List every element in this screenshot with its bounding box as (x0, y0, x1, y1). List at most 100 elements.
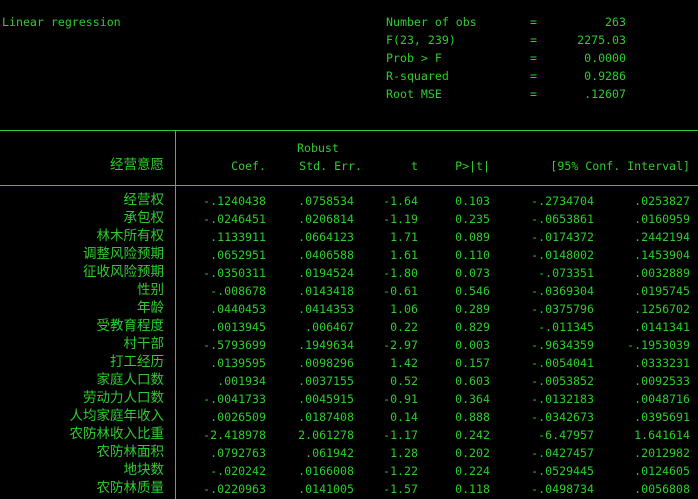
t-cell: -1.22 (383, 464, 418, 478)
p-cell: 0.202 (455, 446, 490, 460)
stat-equals: = (530, 33, 537, 47)
variable-name: 年龄 (137, 300, 164, 316)
variable-name: 农防林面积 (96, 444, 165, 460)
model-title: Linear regression (2, 15, 121, 29)
t-cell: 1.71 (390, 230, 418, 244)
variable-name: 地块数 (123, 462, 165, 478)
stderr-cell: .0166008 (298, 464, 354, 478)
ci-upper-cell: .0195745 (634, 284, 690, 298)
robust-label: Robust (297, 141, 339, 155)
variable-name: 经营权 (123, 192, 165, 208)
ci-lower-cell: -.0369304 (531, 284, 594, 298)
stat-label: R-squared (386, 69, 449, 83)
ci-lower-cell: -.0054041 (531, 356, 594, 370)
variable-name: 打工经历 (110, 354, 164, 370)
p-cell: 0.603 (455, 374, 490, 388)
ci-upper-cell: .0056808 (634, 482, 690, 496)
variable-name: 农防林收入比重 (69, 426, 165, 442)
ci-upper-cell: -.1953039 (627, 338, 690, 352)
t-cell: -1.17 (383, 428, 418, 442)
variable-name: 林木所有权 (96, 228, 165, 244)
t-cell: 1.61 (390, 248, 418, 262)
table-top-rule (0, 130, 698, 131)
ci-upper-cell: .0160959 (634, 212, 690, 226)
coef-cell: -.0246451 (203, 212, 266, 226)
table-header-rule (0, 185, 698, 186)
coef-cell: -.0041733 (203, 392, 266, 406)
ci-upper-cell: .0032889 (634, 266, 690, 280)
ci-upper-cell: .0048716 (634, 392, 690, 406)
variable-name: 农防林质量 (96, 480, 165, 496)
stderr-cell: .0758534 (298, 194, 354, 208)
t-cell: -1.64 (383, 194, 418, 208)
col-coef: Coef. (231, 159, 266, 173)
coef-cell: -.0220963 (203, 482, 266, 496)
stat-label: F(23, 239) (386, 33, 456, 47)
ci-lower-cell: -.0375796 (531, 302, 594, 316)
p-cell: 0.289 (455, 302, 490, 316)
ci-lower-cell: -.073351 (538, 266, 594, 280)
t-cell: 0.14 (390, 410, 418, 424)
t-cell: -1.80 (383, 266, 418, 280)
variable-name: 承包权 (123, 210, 165, 226)
variable-name: 征收风险预期 (83, 264, 164, 280)
p-cell: 0.888 (455, 410, 490, 424)
t-cell: -2.97 (383, 338, 418, 352)
p-cell: 0.364 (455, 392, 490, 406)
coef-cell: .0026509 (210, 410, 266, 424)
ci-upper-cell: .0124605 (634, 464, 690, 478)
stat-value: 263 (605, 15, 626, 29)
t-cell: -0.91 (383, 392, 418, 406)
stderr-cell: .0141005 (298, 482, 354, 496)
stderr-cell: .0664123 (298, 230, 354, 244)
p-cell: 0.089 (455, 230, 490, 244)
t-cell: 1.06 (390, 302, 418, 316)
ci-upper-cell: .2442194 (634, 230, 690, 244)
coef-cell: .0440453 (210, 302, 266, 316)
ci-lower-cell: -.0132183 (531, 392, 594, 406)
stat-value: 2275.03 (577, 33, 626, 47)
stderr-cell: .061942 (305, 446, 354, 460)
p-cell: 0.546 (455, 284, 490, 298)
stat-value: 0.0000 (584, 51, 626, 65)
p-cell: 0.073 (455, 266, 490, 280)
coef-cell: .1133911 (210, 230, 266, 244)
p-cell: 0.829 (455, 320, 490, 334)
ci-upper-cell: .1256702 (634, 302, 690, 316)
variable-name: 家庭人口数 (96, 372, 165, 388)
coef-cell: -.020242 (210, 464, 266, 478)
p-cell: 0.103 (455, 194, 490, 208)
stat-equals: = (530, 69, 537, 83)
ci-lower-cell: -.0498734 (531, 482, 594, 496)
coef-cell: .0652951 (210, 248, 266, 262)
ci-lower-cell: -.0053852 (531, 374, 594, 388)
stderr-cell: .0098296 (298, 356, 354, 370)
variable-name: 调整风险预期 (83, 246, 164, 262)
stderr-cell: .0037155 (298, 374, 354, 388)
coef-cell: -.1240438 (203, 194, 266, 208)
t-cell: -0.61 (383, 284, 418, 298)
ci-lower-cell: -.0529445 (531, 464, 594, 478)
stat-value: 0.9286 (584, 69, 626, 83)
stderr-cell: .0143418 (298, 284, 354, 298)
ci-lower-cell: -.2734704 (531, 194, 594, 208)
ci-lower-cell: -.011345 (538, 320, 594, 334)
p-cell: 0.224 (455, 464, 490, 478)
variable-name: 人均家庭年收入 (69, 408, 165, 424)
coef-cell: .0013945 (210, 320, 266, 334)
stat-equals: = (530, 87, 537, 101)
coef-cell: -.5793699 (203, 338, 266, 352)
stat-label: Number of obs (386, 15, 477, 29)
ci-upper-cell: .2012982 (634, 446, 690, 460)
stderr-cell: .1949634 (298, 338, 354, 352)
coef-cell: -2.418978 (203, 428, 266, 442)
ci-lower-cell: -.0653861 (531, 212, 594, 226)
depvar-label: 经营意愿 (110, 157, 164, 173)
ci-lower-cell: -.0427457 (531, 446, 594, 460)
ci-upper-cell: .0395691 (634, 410, 690, 424)
p-cell: 0.110 (455, 248, 490, 262)
ci-lower-cell: -6.47957 (538, 428, 594, 442)
col-p: P>|t| (455, 159, 490, 173)
coef-cell: .0792763 (210, 446, 266, 460)
p-cell: 0.235 (455, 212, 490, 226)
